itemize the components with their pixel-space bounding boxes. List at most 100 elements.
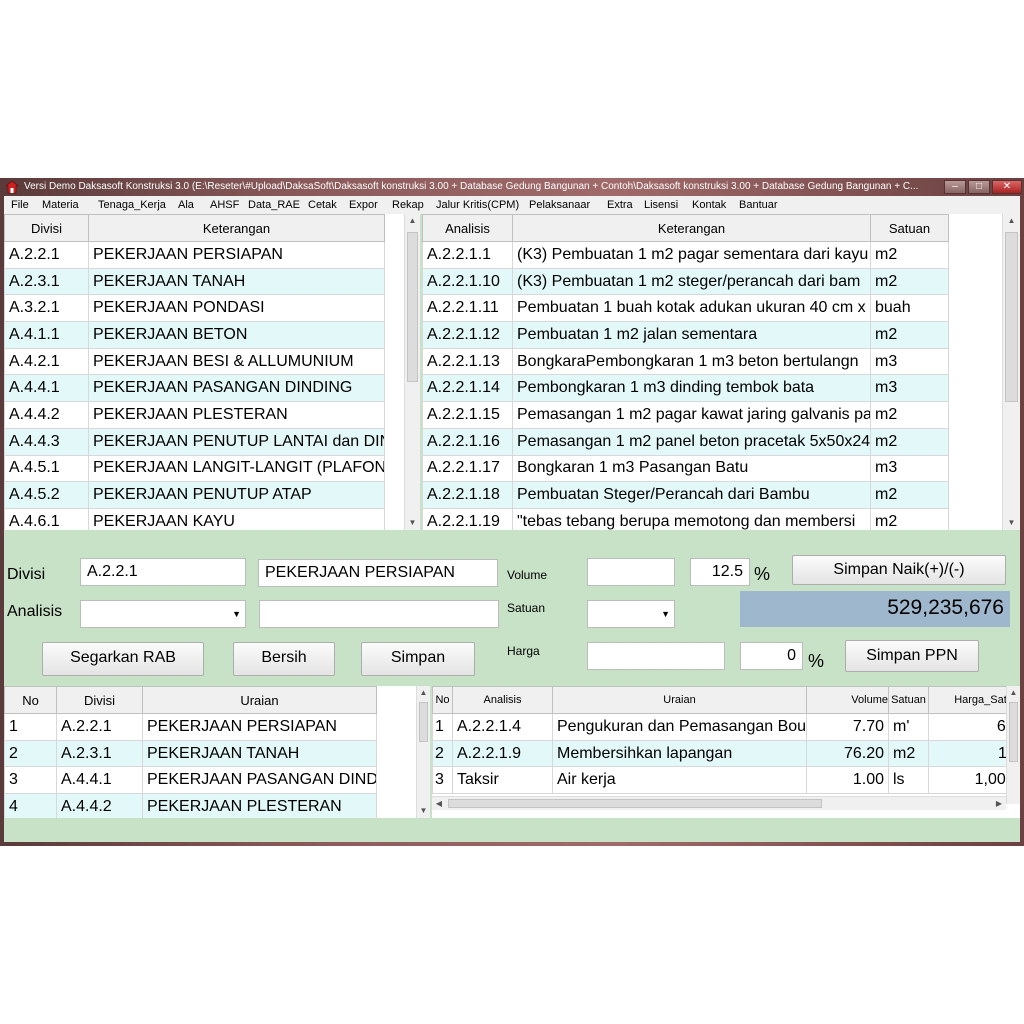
analisis-desc-field[interactable] <box>259 600 499 628</box>
table-cell[interactable]: Pemasangan 1 m2 panel beton pracetak 5x5… <box>512 427 871 456</box>
table-cell[interactable]: Pemasangan 1 m2 pagar kawat jaring galva… <box>512 401 871 429</box>
table-row[interactable]: A.2.2.1.15 Pemasangan 1 m2 pagar kawat ja… <box>422 401 949 429</box>
table-row[interactable]: 4 A.4.4.2 PEKERJAAN PLESTERAN <box>4 793 377 818</box>
scroll-thumb[interactable] <box>419 702 428 742</box>
table-cell[interactable]: m' <box>888 713 929 741</box>
table-cell[interactable]: A.3.2.1 <box>4 294 89 323</box>
table-cell[interactable]: PEKERJAAN PLESTERAN <box>142 793 377 818</box>
table-cell[interactable]: 76.20 <box>806 739 889 768</box>
table-cell[interactable]: A.4.4.3 <box>4 427 89 456</box>
table-cell[interactable]: A.2.3.1 <box>4 267 89 296</box>
analisis-select[interactable]: ▼ <box>80 600 246 628</box>
table-cell[interactable]: A.2.2.1 <box>4 241 89 269</box>
menu-ahsf[interactable]: AHSF <box>210 196 239 214</box>
table-row[interactable]: A.2.2.1.14 Pembongkaran 1 m3 dinding temb… <box>422 374 949 403</box>
table-row[interactable]: A.2.2.1.12 Pembuatan 1 m2 jalan sementara… <box>422 321 949 349</box>
table-row[interactable]: A.4.6.1 PEKERJAAN KAYU <box>4 507 385 530</box>
scroll-thumb[interactable] <box>407 232 418 382</box>
column-header-divisi[interactable]: Divisi <box>4 214 89 242</box>
table-row[interactable]: 1 A.2.2.1 PEKERJAAN PERSIAPAN <box>4 713 377 741</box>
table-row[interactable]: A.4.4.3 PEKERJAAN PENUTUP LANTAI dan DIND <box>4 427 385 456</box>
table-row[interactable]: A.2.2.1.18 Pembuatan Steger/Perancah dari… <box>422 481 949 509</box>
table-row[interactable]: 3TaksirAir kerja1.00ls1,000,0 <box>432 766 1020 795</box>
rab-vertical-scrollbar[interactable]: ▲ ▼ <box>416 686 430 818</box>
table-cell[interactable]: PEKERJAAN PASANGAN DINDING <box>88 374 385 403</box>
menu-pelaksanaan[interactable]: Pelaksanaar <box>529 196 590 214</box>
table-cell[interactable]: PEKERJAAN PONDASI <box>88 294 385 323</box>
column-header-satuan[interactable]: Satuan <box>870 214 949 242</box>
table-cell[interactable]: Pembuatan Steger/Perancah dari Bambu <box>512 481 871 509</box>
table-cell[interactable]: Pembuatan 1 buah kotak adukan ukuran 40 … <box>512 294 871 323</box>
table-cell[interactable]: PEKERJAAN PERSIAPAN <box>142 713 377 741</box>
naik-percent-field[interactable]: 12.5 <box>690 558 750 586</box>
table-cell[interactable]: A.2.2.1.1 <box>422 241 513 269</box>
table-cell[interactable]: (K3) Pembuatan 1 m2 pagar sementara dari… <box>512 241 871 269</box>
table-cell[interactable]: A.4.4.2 <box>4 401 89 429</box>
table-cell[interactable]: Bongkaran 1 m3 Pasangan Batu <box>512 454 871 483</box>
menu-extra[interactable]: Extra <box>607 196 633 214</box>
table-cell[interactable]: Pengukuran dan Pemasangan Bou <box>552 713 807 741</box>
table-cell[interactable]: A.2.3.1 <box>56 739 143 768</box>
scroll-down-icon[interactable]: ▼ <box>1003 516 1020 530</box>
table-cell[interactable]: A.4.1.1 <box>4 321 89 349</box>
menu-tenaga-kerja[interactable]: Tenaga_Kerja <box>98 196 166 214</box>
menu-rekap[interactable]: Rekap <box>392 196 424 214</box>
table-cell[interactable]: 3 <box>432 766 453 795</box>
divisi-vertical-scrollbar[interactable]: ▲ ▼ <box>404 214 420 530</box>
table-cell[interactable]: m2 <box>870 427 949 456</box>
scroll-thumb[interactable] <box>1005 232 1018 402</box>
minimize-button[interactable]: – <box>944 180 966 194</box>
close-button[interactable]: ✕ <box>992 180 1022 194</box>
table-cell[interactable]: A.4.5.1 <box>4 454 89 483</box>
volume-field[interactable] <box>587 558 675 586</box>
table-cell[interactable]: m2 <box>870 241 949 269</box>
table-row[interactable]: A.4.4.2 PEKERJAAN PLESTERAN <box>4 401 385 429</box>
table-row[interactable]: A.4.5.2 PEKERJAAN PENUTUP ATAP <box>4 481 385 509</box>
table-cell[interactable]: A.2.2.1.16 <box>422 427 513 456</box>
table-cell[interactable]: A.2.2.1.17 <box>422 454 513 483</box>
satuan-select[interactable]: ▼ <box>587 600 675 628</box>
table-cell[interactable]: buah <box>870 294 949 323</box>
scroll-up-icon[interactable]: ▲ <box>1003 214 1020 228</box>
column-header-divisi[interactable]: Divisi <box>56 686 143 714</box>
menu-file[interactable]: File <box>11 196 29 214</box>
table-cell[interactable]: BongkaraPembongkaran 1 m3 beton bertulan… <box>512 347 871 376</box>
detail-horizontal-scrollbar[interactable]: ◀ ▶ <box>432 796 1006 810</box>
column-header-uraian[interactable]: Uraian <box>552 686 807 714</box>
table-cell[interactable]: A.2.2.1.13 <box>422 347 513 376</box>
bersih-button[interactable]: Bersih <box>233 642 335 676</box>
column-header-no[interactable]: No <box>4 686 57 714</box>
table-row[interactable]: A.2.3.1 PEKERJAAN TANAH <box>4 267 385 296</box>
table-cell[interactable]: PEKERJAAN PASANGAN DINDIN <box>142 766 377 795</box>
table-cell[interactable]: m2 <box>870 507 949 530</box>
table-cell[interactable]: A.4.5.2 <box>4 481 89 509</box>
table-row[interactable]: A.2.2.1 PEKERJAAN PERSIAPAN <box>4 241 385 269</box>
table-row[interactable]: A.3.2.1 PEKERJAAN PONDASI <box>4 294 385 323</box>
column-header-analisis[interactable]: Analisis <box>452 686 553 714</box>
table-cell[interactable]: A.4.4.1 <box>4 374 89 403</box>
simpan-ppn-button[interactable]: Simpan PPN <box>845 640 979 672</box>
table-cell[interactable]: Taksir <box>452 766 553 795</box>
table-cell[interactable]: Membersihkan lapangan <box>552 739 807 768</box>
scroll-thumb[interactable] <box>1009 702 1018 762</box>
table-cell[interactable]: ls <box>888 766 929 795</box>
table-cell[interactable]: m2 <box>870 401 949 429</box>
menu-material[interactable]: Materia <box>42 196 79 214</box>
table-row[interactable]: A.2.2.1.19 "tebas tebang berupa memotong … <box>422 507 949 530</box>
table-cell[interactable]: A.4.2.1 <box>4 347 89 376</box>
table-row[interactable]: 3 A.4.4.1 PEKERJAAN PASANGAN DINDIN <box>4 766 377 795</box>
table-row[interactable]: A.2.2.1.1 (K3) Pembuatan 1 m2 pagar semen… <box>422 241 949 269</box>
title-bar[interactable]: Versi Demo Daksasoft Konstruksi 3.0 (E:\… <box>0 178 1024 196</box>
detail-vertical-scrollbar[interactable]: ▲ <box>1006 686 1020 804</box>
table-cell[interactable]: Air kerja <box>552 766 807 795</box>
menu-jalur-kritis[interactable]: Jalur Kritis(CPM) <box>436 196 519 214</box>
table-cell[interactable]: A.2.2.1.11 <box>422 294 513 323</box>
table-cell[interactable]: 3 <box>4 766 57 795</box>
table-cell[interactable]: A.4.4.2 <box>56 793 143 818</box>
menu-export[interactable]: Expor <box>349 196 378 214</box>
scroll-up-icon[interactable]: ▲ <box>405 214 420 228</box>
chevron-down-icon[interactable]: ▼ <box>661 601 670 627</box>
scroll-right-icon[interactable]: ▶ <box>992 797 1006 810</box>
table-cell[interactable]: m3 <box>870 374 949 403</box>
scroll-left-icon[interactable]: ◀ <box>432 797 446 810</box>
